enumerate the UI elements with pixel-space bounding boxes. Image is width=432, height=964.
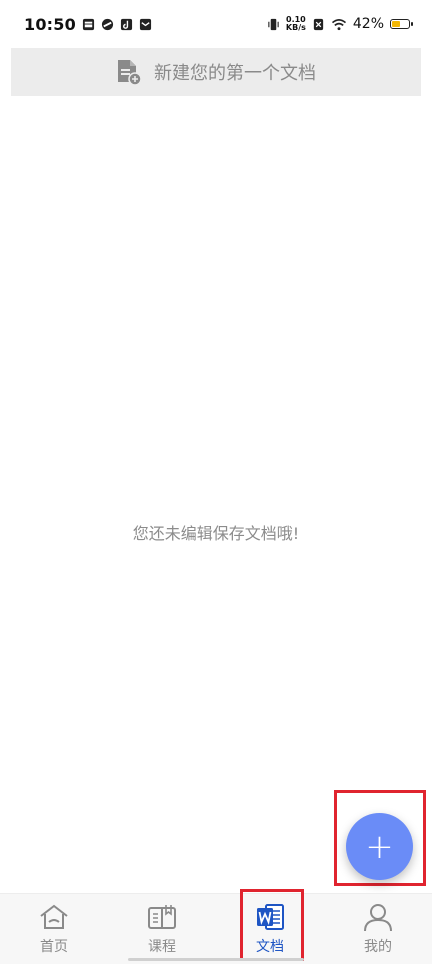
nav-label-profile: 我的 [364,939,392,955]
battery-percent: 42% [352,16,384,32]
status-right: 0.10 KB/s 42% [267,16,413,32]
nav-item-documents[interactable]: 文档 [216,894,324,964]
nav-item-home[interactable]: 首页 [0,894,108,964]
plus-icon: + [365,826,394,867]
no-sim-icon [313,18,324,30]
status-bar: 10:50 0.10 KB/s 42% [0,0,432,48]
vibrate-icon [268,18,279,30]
book-icon [148,905,176,929]
network-speed: 0.10 KB/s [286,16,306,32]
battery-icon [390,19,413,29]
mail-notification-icon [139,18,152,30]
home-icon [40,904,68,929]
nav-item-courses[interactable]: 课程 [108,894,216,964]
new-document-label: 新建您的第一个文档 [154,63,316,84]
wifi-icon [331,18,346,30]
tiktok-notification-icon [120,18,133,30]
empty-state-message: 您还未编辑保存文档哦! [132,524,300,543]
home-indicator[interactable] [128,958,304,961]
app-notification-icon [101,18,114,30]
word-document-icon [257,904,284,930]
status-left: 10:50 [24,15,152,34]
user-icon [364,904,392,932]
add-document-button[interactable]: + [346,813,413,880]
nav-label-home: 首页 [40,939,68,955]
new-document-banner[interactable]: 新建您的第一个文档 [11,48,421,96]
screen: 10:50 0.10 KB/s 42% 新建您的第一个文档 您还未编辑保存文档哦… [0,0,432,964]
bottom-navigation: 首页 课程 文档 我的 [0,893,432,964]
new-document-icon [118,60,142,86]
nav-item-profile[interactable]: 我的 [324,894,432,964]
battery-level [392,21,400,27]
nav-label-courses: 课程 [148,939,176,955]
status-time: 10:50 [24,14,76,34]
nav-label-documents: 文档 [256,939,284,955]
inbox-notification-icon [82,18,95,30]
network-speed-unit: KB/s [285,23,306,32]
